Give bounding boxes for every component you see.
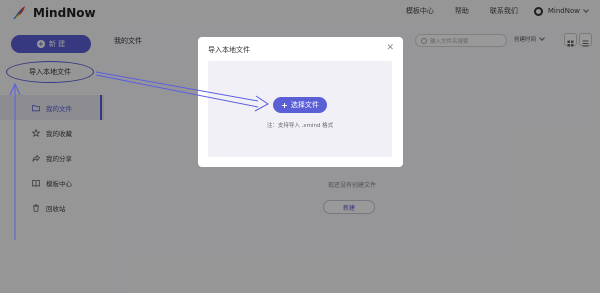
dialog-title: 导入本地文件: [208, 46, 250, 54]
plus-icon: +: [281, 100, 288, 110]
choose-file-label: 选择文件: [290, 101, 319, 109]
format-note: 注：支持导入 .xmind 格式: [266, 123, 334, 129]
file-dropzone[interactable]: + 选择文件 注：支持导入 .xmind 格式: [208, 61, 392, 157]
import-dialog: 导入本地文件 ✕ + 选择文件 注：支持导入 .xmind 格式: [198, 37, 403, 167]
choose-file-button[interactable]: + 选择文件: [273, 97, 327, 113]
close-icon[interactable]: ✕: [386, 43, 394, 53]
